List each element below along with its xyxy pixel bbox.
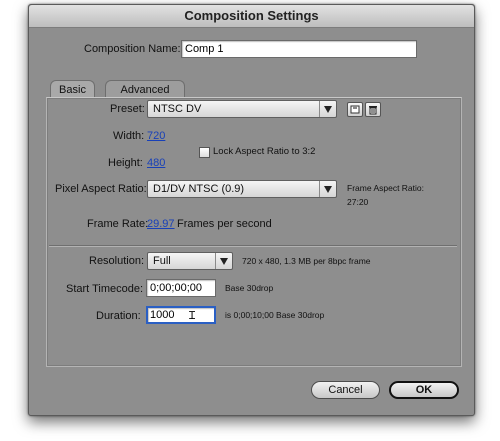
comp-name-label: Composition Name: [84, 43, 181, 55]
duration-label: Duration: [96, 310, 141, 322]
start-timecode-input[interactable]: 0;00;00;00 [146, 279, 216, 297]
frame-aspect-label: Frame Aspect Ratio: [347, 183, 425, 193]
preset-label: Preset: [110, 103, 145, 115]
basic-tab-panel [46, 97, 462, 367]
save-preset-icon [350, 105, 360, 114]
pixel-aspect-value: D1/DV NTSC (0.9) [153, 183, 245, 195]
width-label: Width: [113, 130, 145, 142]
save-preset-button[interactable] [347, 102, 363, 117]
tab-advanced[interactable]: Advanced [105, 80, 185, 98]
start-timecode-label: Start Timecode: [66, 283, 144, 295]
frame-rate-value[interactable]: 29.97 [147, 218, 175, 230]
resolution-select[interactable]: Full [147, 252, 233, 270]
lock-aspect-checkbox[interactable] [199, 147, 210, 158]
dialog-title: Composition Settings [29, 5, 474, 28]
trash-icon [369, 105, 377, 114]
ok-button[interactable]: OK [389, 381, 459, 399]
chevron-down-icon [215, 253, 232, 269]
preset-value: NTSC DV [153, 103, 202, 115]
delete-preset-button[interactable] [365, 102, 381, 117]
divider [49, 245, 457, 247]
resolution-label: Resolution: [89, 255, 145, 267]
text-cursor-icon: Ɪ [189, 309, 196, 322]
frame-rate-unit: Frames per second [177, 218, 272, 230]
frame-aspect-value: 27:20 [347, 197, 369, 207]
frame-rate-label: Frame Rate: [87, 218, 149, 230]
pixel-aspect-label: Pixel Aspect Ratio: [55, 183, 147, 195]
duration-input[interactable]: 1000 [146, 306, 216, 324]
lock-aspect-label: Lock Aspect Ratio to 3:2 [213, 146, 316, 157]
start-timecode-note: Base 30drop [225, 283, 274, 293]
comp-name-input[interactable]: Comp 1 [181, 40, 417, 58]
tab-basic[interactable]: Basic [50, 80, 95, 98]
height-value[interactable]: 480 [147, 157, 165, 169]
chevron-down-icon [319, 101, 336, 117]
cancel-button[interactable]: Cancel [311, 381, 380, 399]
height-label: Height: [108, 157, 143, 169]
resolution-value: Full [153, 255, 171, 267]
composition-settings-dialog: Composition Settings Composition Name: C… [28, 4, 475, 416]
width-value[interactable]: 720 [147, 130, 165, 142]
chevron-down-icon [319, 181, 336, 197]
duration-note: is 0;00;10;00 Base 30drop [225, 310, 325, 320]
resolution-info: 720 x 480, 1.3 MB per 8bpc frame [242, 256, 371, 266]
pixel-aspect-select[interactable]: D1/DV NTSC (0.9) [147, 180, 337, 198]
preset-select[interactable]: NTSC DV [147, 100, 337, 118]
